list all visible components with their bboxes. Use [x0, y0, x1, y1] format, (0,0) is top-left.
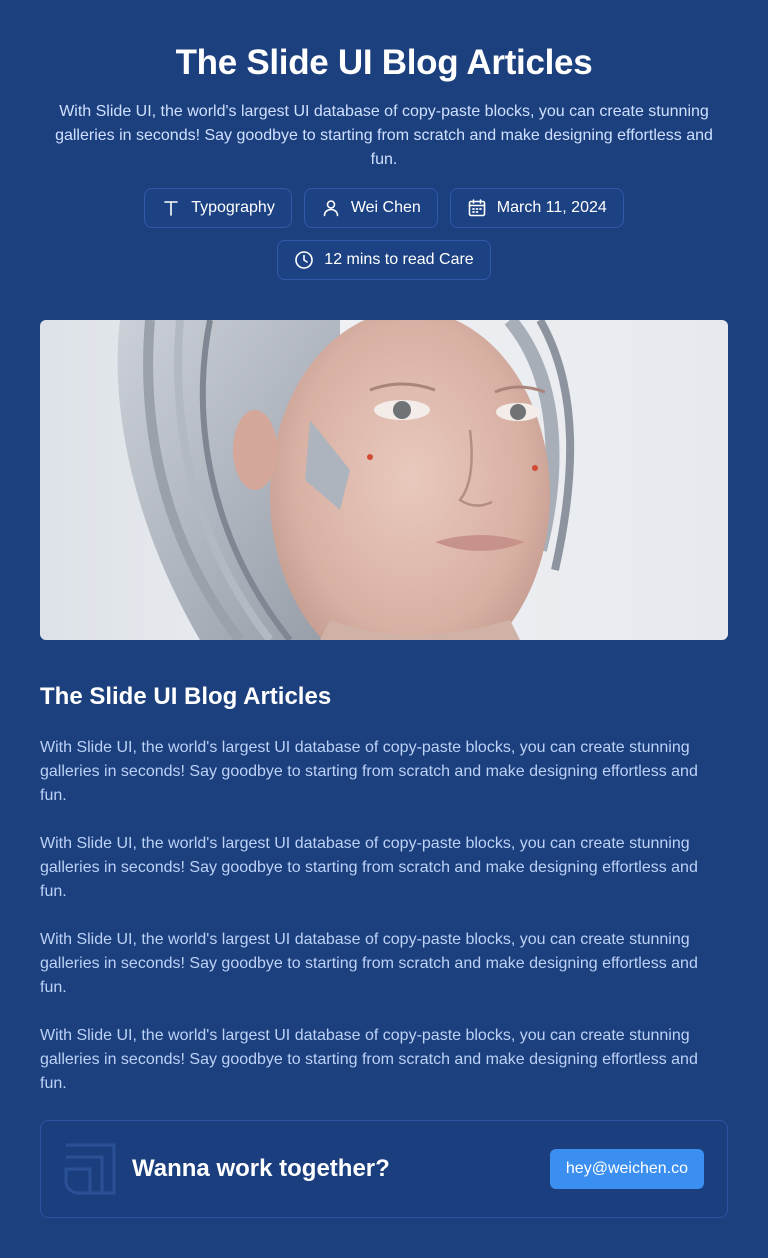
read-time-label: 12 mins to read Care: [324, 251, 474, 268]
author-label: Wei Chen: [350, 199, 421, 216]
author-chip[interactable]: Wei Chen: [303, 188, 438, 228]
cta-text: Wanna work together?: [132, 1155, 390, 1182]
page-subtitle: With Slide UI, the world's largest UI da…: [55, 103, 713, 168]
article-paragraph: With Slide UI, the world's largest UI da…: [40, 835, 698, 900]
read-time-chip[interactable]: 12 mins to read Care: [277, 240, 491, 280]
article-paragraph: With Slide UI, the world's largest UI da…: [40, 739, 698, 804]
article-title: The Slide UI Blog Articles: [40, 683, 332, 710]
article-paragraph: With Slide UI, the world's largest UI da…: [40, 1027, 698, 1092]
article: The Slide UI Blog Articles With Slide UI…: [40, 682, 728, 1120]
text-type-icon: [161, 198, 181, 218]
meta-chips: Typography Wei Chen March 11, 2024 12 mi…: [124, 188, 644, 280]
page-title: The Slide UI Blog Articles: [175, 43, 593, 82]
user-icon: [321, 198, 341, 218]
brand-logo-icon: [64, 1143, 116, 1195]
clock-icon: [294, 250, 314, 270]
page-header: The Slide UI Blog Articles With Slide UI…: [0, 0, 768, 280]
cta-banner: Wanna work together? hey@weichen.co: [40, 1120, 728, 1218]
date-chip[interactable]: March 11, 2024: [449, 188, 624, 228]
article-paragraph: With Slide UI, the world's largest UI da…: [40, 931, 698, 996]
category-label: Typography: [191, 199, 275, 216]
category-chip[interactable]: Typography: [144, 188, 292, 228]
hero-image: [40, 320, 728, 640]
email-contact-button[interactable]: hey@weichen.co: [549, 1149, 704, 1189]
date-label: March 11, 2024: [496, 199, 607, 216]
calendar-icon: [467, 198, 487, 218]
